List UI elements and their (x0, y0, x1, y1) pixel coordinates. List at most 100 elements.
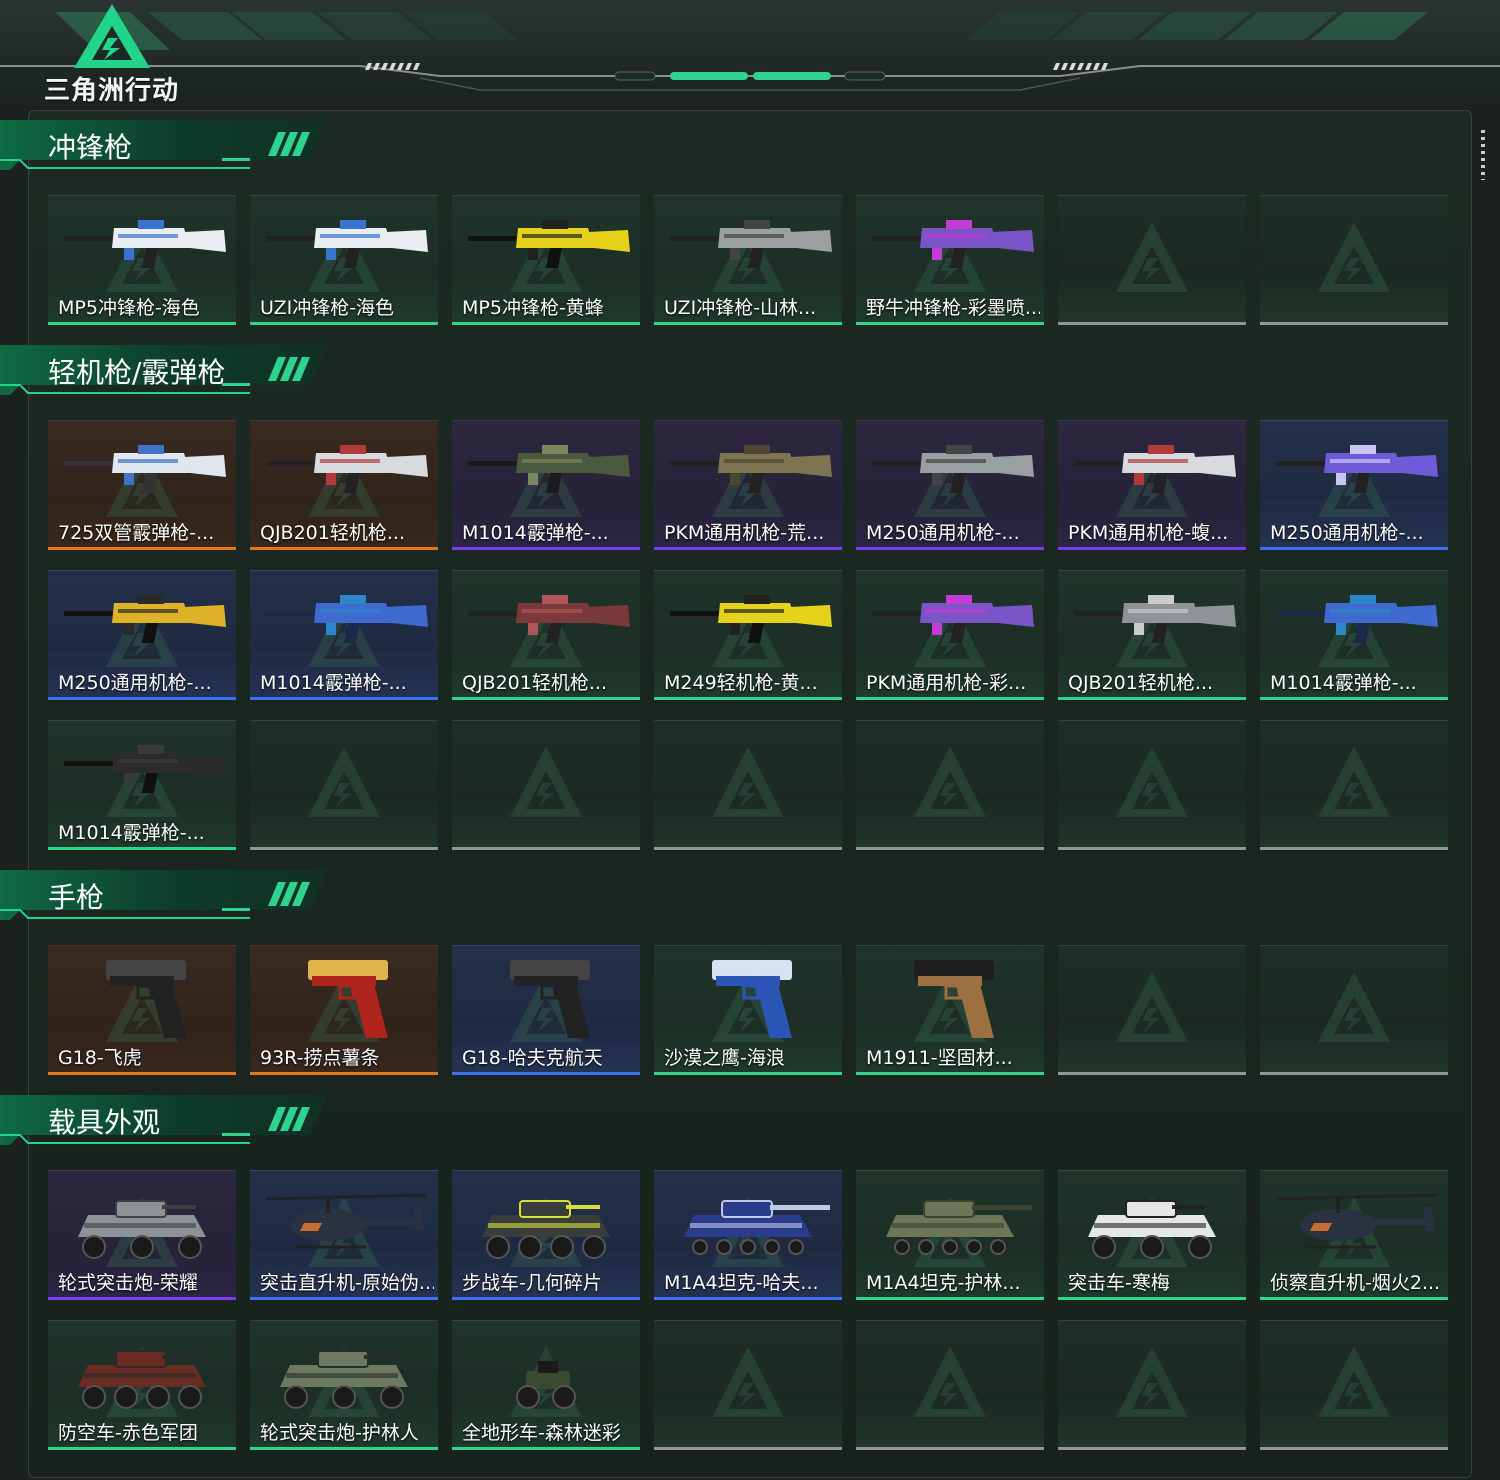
section-header: 冲锋枪 (0, 120, 335, 176)
skin-name: M1014霰弹枪-... (260, 672, 407, 694)
skin-name: 突击直升机-原始伪... (260, 1272, 434, 1294)
skin-name: M1014霰弹枪-... (58, 822, 205, 844)
skin-card[interactable]: M1014霰弹枪-... (452, 420, 640, 550)
weapon-image (872, 595, 1034, 643)
skin-name: 步战车-几何碎片 (462, 1272, 602, 1294)
skin-name: 突击车-寒梅 (1068, 1272, 1170, 1294)
empty-slot-card (1058, 1320, 1246, 1450)
weapon-image (64, 745, 226, 793)
vehicle-image (78, 1350, 206, 1409)
skin-card[interactable]: G18-哈夫克航天 (452, 945, 640, 1075)
skin-card[interactable]: 全地形车-森林迷彩 (452, 1320, 640, 1450)
skin-card[interactable]: 沙漠之鹰-海浪 (654, 945, 842, 1075)
skin-card[interactable]: UZI冲锋枪-海色 (250, 195, 438, 325)
vehicle-image (280, 1350, 408, 1409)
delta-watermark-icon (1116, 972, 1188, 1042)
skin-card[interactable]: M1014霰弹枪-... (250, 570, 438, 700)
skin-card[interactable]: 轮式突击炮-荣耀 (48, 1170, 236, 1300)
weapon-image (468, 445, 630, 493)
weapon-image (468, 220, 630, 268)
skin-name: M250通用机枪-... (58, 672, 212, 694)
skin-card[interactable]: PKM通用机枪-彩... (856, 570, 1044, 700)
skin-name: PKM通用机枪-荒... (664, 522, 825, 544)
delta-logo-icon (74, 4, 150, 68)
skin-card[interactable]: 步战车-几何碎片 (452, 1170, 640, 1300)
skin-card[interactable]: 轮式突击炮-护林人 (250, 1320, 438, 1450)
skin-name: MP5冲锋枪-海色 (58, 297, 200, 319)
skin-card[interactable]: UZI冲锋枪-山林... (654, 195, 842, 325)
skin-card[interactable]: M250通用机枪-... (48, 570, 236, 700)
skin-card[interactable]: QJB201轻机枪... (452, 570, 640, 700)
section-header: 载具外观 (0, 1095, 335, 1151)
skin-card[interactable]: QJB201轻机枪... (1058, 570, 1246, 700)
weapon-image (468, 595, 630, 643)
section-title: 冲锋枪 (48, 131, 133, 164)
scrollbar[interactable] (1481, 130, 1485, 180)
weapon-image (64, 445, 226, 493)
skin-name: QJB201轻机枪... (462, 672, 607, 694)
skin-name: M1014霰弹枪-... (1270, 672, 1417, 694)
skin-card[interactable]: M1A4坦克-护林... (856, 1170, 1044, 1300)
skin-card[interactable]: M1911-坚固材... (856, 945, 1044, 1075)
skin-card[interactable]: 侦察直升机-烟火2... (1260, 1170, 1448, 1300)
skin-card[interactable]: M1014霰弹枪-... (48, 720, 236, 850)
vehicle-image (684, 1200, 830, 1255)
skin-card[interactable]: 突击直升机-原始伪... (250, 1170, 438, 1300)
skin-card[interactable]: M1014霰弹枪-... (1260, 570, 1448, 700)
pistol-image (308, 960, 388, 1038)
delta-watermark-icon (1116, 1347, 1188, 1417)
empty-slot-card (1260, 945, 1448, 1075)
top-header: 三角洲行动 (0, 0, 1500, 108)
skin-card[interactable]: QJB201轻机枪... (250, 420, 438, 550)
skin-name: 野牛冲锋枪-彩墨喷... (866, 297, 1040, 319)
empty-slot-card (1058, 945, 1246, 1075)
skin-name: M1A4坦克-哈夫... (664, 1272, 819, 1294)
skin-name: PKM通用机枪-彩... (866, 672, 1027, 694)
skin-name: QJB201轻机枪... (260, 522, 405, 544)
weapon-image (872, 445, 1034, 493)
skin-card[interactable]: G18-飞虎 (48, 945, 236, 1075)
skin-name: 93R-捞点薯条 (260, 1047, 380, 1069)
delta-watermark-icon (510, 747, 582, 817)
helicopter-image (1275, 1193, 1437, 1249)
section-title: 载具外观 (48, 1106, 161, 1139)
skin-card[interactable]: MP5冲锋枪-海色 (48, 195, 236, 325)
section-header: 手枪 (0, 870, 335, 926)
empty-slot-card (856, 1320, 1044, 1450)
skin-card[interactable]: 725双管霰弹枪-... (48, 420, 236, 550)
skin-name: 轮式突击炮-护林人 (260, 1422, 419, 1444)
skin-card[interactable]: M1A4坦克-哈夫... (654, 1170, 842, 1300)
skin-card[interactable]: M250通用机枪-... (1260, 420, 1448, 550)
skin-card[interactable]: M250通用机枪-... (856, 420, 1044, 550)
skin-name: G18-哈夫克航天 (462, 1047, 603, 1069)
skin-card[interactable]: 93R-捞点薯条 (250, 945, 438, 1075)
empty-slot-card (1058, 195, 1246, 325)
pistol-image (510, 960, 590, 1038)
skin-name: M1014霰弹枪-... (462, 522, 609, 544)
logo-text: 三角洲行动 (44, 76, 180, 106)
skin-card[interactable]: PKM通用机枪-蝮... (1058, 420, 1246, 550)
weapon-image (1074, 595, 1236, 643)
weapon-image (64, 220, 226, 268)
skin-card[interactable]: 野牛冲锋枪-彩墨喷... (856, 195, 1044, 325)
skin-card[interactable]: MP5冲锋枪-黄蜂 (452, 195, 640, 325)
pistol-image (106, 960, 186, 1038)
skin-name: M250通用机枪-... (866, 522, 1020, 544)
weapon-image (872, 220, 1034, 268)
empty-slot-card (1058, 720, 1246, 850)
section-title: 手枪 (48, 881, 105, 914)
weapon-image (1276, 595, 1438, 643)
skin-card[interactable]: 防空车-赤色军团 (48, 1320, 236, 1450)
skin-card[interactable]: 突击车-寒梅 (1058, 1170, 1246, 1300)
empty-slot-card (856, 720, 1044, 850)
skin-card[interactable]: M249轻机枪-黄... (654, 570, 842, 700)
header-decoration (0, 12, 1500, 91)
vehicle-image (482, 1200, 610, 1259)
delta-watermark-icon (1318, 972, 1390, 1042)
skin-name: 侦察直升机-烟火2... (1270, 1272, 1441, 1294)
skin-card[interactable]: PKM通用机枪-荒... (654, 420, 842, 550)
weapon-image (1074, 445, 1236, 493)
weapon-image (670, 445, 832, 493)
pistol-image (712, 960, 792, 1038)
skin-name: M1A4坦克-护林... (866, 1272, 1021, 1294)
